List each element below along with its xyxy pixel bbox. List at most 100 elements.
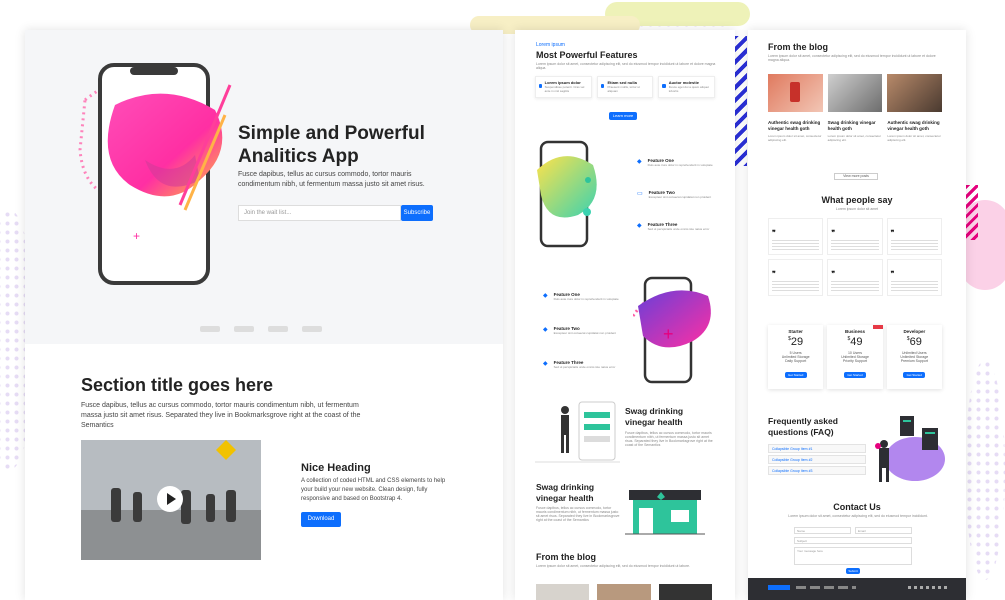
blog-description: Lorem ipsum dolor sit amet, consectetur …	[768, 54, 936, 62]
client-logo	[200, 326, 220, 332]
blog-thumbnail[interactable]	[536, 584, 590, 600]
testimonial-placeholder-lines	[890, 240, 938, 250]
decorative-dots	[965, 360, 1005, 580]
blog-title: From the blog	[536, 552, 596, 562]
faq-item[interactable]: Collapsible Group Item #3	[768, 466, 866, 475]
swag-title-1: Swag drinking vinegar health	[625, 406, 684, 427]
blog-description: Lorem ipsum dolor sit amet, consectetur …	[536, 564, 691, 568]
feature-item-text: Duis aute irure dolor in reprehenderit i…	[553, 297, 619, 301]
plan-price-value: 69	[909, 336, 922, 348]
feature-card: Lorem ipsum dolor Suspendisse potenti. Cr…	[535, 76, 592, 98]
feature-card: Etiam sed nulla Praesent mollis, tortor u…	[596, 76, 654, 98]
blog-post-image	[887, 74, 943, 112]
name-field[interactable]: Name	[794, 527, 851, 534]
screenshot-canvas: + Simple and Powerful Analitics App Fusc…	[0, 0, 1005, 600]
blog-post-image	[827, 74, 883, 112]
feature-item-text: Excepteur sint occaecat cupidatat non pr…	[553, 331, 616, 335]
blog-post-card[interactable]: Authentic swag drinking vinegar health g…	[768, 74, 823, 162]
faq-accordion: Collapsible Group Item #1 Collapsible Gr…	[768, 444, 866, 475]
features-kicker: Lorem ipsum	[536, 42, 565, 48]
blog-post-text: Lorem ipsum dolor sit amet, consectetur …	[827, 134, 882, 142]
contact-form: Name Email Subject Your message here Sub…	[794, 527, 912, 574]
phone-in-hand-image	[790, 82, 800, 102]
quote-icon: ❞	[831, 230, 836, 237]
client-logo	[302, 326, 322, 332]
feature-item: ◆ Feature One Duis aute irure dolor in re…	[637, 158, 722, 190]
plan-name: Business	[844, 329, 865, 334]
popular-badge	[872, 325, 883, 329]
faq-item[interactable]: Collapsible Group Item #1	[768, 444, 866, 453]
testimonial-card: ❞	[827, 259, 883, 296]
blog-post-card[interactable]: Authentic swag drinking vinegar health g…	[887, 74, 943, 162]
get-started-button[interactable]: Get Started	[903, 372, 926, 378]
view-all-posts-button[interactable]: View more posts	[834, 173, 878, 180]
blog-post-text: Lorem ipsum dolor sit amet, consectetur …	[887, 134, 941, 142]
feature-list-1: ◆ Feature One Duis aute irure dolor in re…	[637, 158, 722, 254]
submit-button[interactable]: Submit	[846, 568, 860, 574]
footer-logo	[768, 585, 790, 590]
person-dashboard-illustration	[535, 401, 620, 463]
feature-item-text: Excepteur sint occaecat cupidatat non pr…	[648, 195, 712, 199]
card-icon	[539, 84, 542, 88]
learn-more-button[interactable]: Learn more	[609, 112, 637, 120]
plan-name: Developer	[903, 329, 926, 334]
subscribe-button[interactable]: Subscribe	[401, 205, 433, 221]
feature-card: Auctor molestie Fusce eget dui a quam ali…	[658, 76, 716, 98]
blog-post-title: Swag drinking vinegar health goth	[827, 120, 876, 131]
card-icon	[600, 84, 605, 88]
decorative-stripes	[966, 185, 978, 240]
download-button[interactable]: Download	[301, 512, 341, 527]
pricing-table: Starter $29 5 Users Unlimited Storage Da…	[768, 325, 942, 389]
quote-icon: ❞	[890, 230, 895, 237]
plan-feature: Priority Support	[842, 359, 868, 363]
testimonials-subtitle: Lorem ipsum dolor sit amet	[835, 207, 879, 211]
diamond-icon: ◆	[543, 361, 548, 367]
diamond-icon: ◆	[543, 293, 548, 299]
blog-post-card[interactable]: Swag drinking vinegar health goth Lorem …	[827, 74, 883, 162]
subject-field[interactable]: Subject	[794, 537, 912, 544]
plan-feature: Premium Support	[900, 359, 928, 363]
faq-item[interactable]: Collapsible Group Item #2	[768, 455, 866, 464]
testimonial-placeholder-lines	[772, 281, 820, 291]
blog-thumbnail[interactable]	[597, 584, 651, 600]
blog-post-title: Authentic swag drinking vinegar health g…	[768, 120, 821, 131]
contact-description: Lorem ipsum dolor sit amet, consectetur …	[788, 514, 928, 518]
feature-item: ◆ Feature Two Excepteur sint occaecat cup…	[543, 326, 623, 360]
email-field[interactable]: Email	[855, 527, 912, 534]
plan-price-value: 49	[850, 336, 863, 348]
play-button[interactable]	[157, 486, 183, 512]
faq-title: Frequently asked questions (FAQ)	[768, 416, 838, 437]
feature-item: ◆ Feature Three Sed ut perspiciatis unde …	[637, 222, 722, 254]
faq-illustration	[875, 416, 945, 482]
section-title: Section title goes here	[81, 375, 274, 395]
contact-title: Contact Us	[833, 502, 881, 512]
features-subtitle: Lorem ipsum dolor sit amet, consectetur …	[536, 62, 716, 70]
blog-posts: Authentic swag drinking vinegar health g…	[768, 74, 943, 162]
plan-name: Starter	[788, 329, 803, 334]
testimonial-placeholder-lines	[772, 240, 820, 250]
hero-description: Fusce dapibus, tellus ac cursus commodo,…	[238, 171, 425, 188]
blog-post-title: Authentic swag drinking vinegar health g…	[887, 120, 940, 131]
swag-title-2: Swag drinking vinegar health	[536, 482, 595, 503]
blog-thumbnail[interactable]	[658, 584, 712, 600]
monitor-icon: ▭	[637, 191, 643, 197]
waitlist-email-input[interactable]: Join the wait list...	[238, 205, 401, 221]
plan-price: $69	[906, 336, 922, 348]
card-icon	[662, 84, 666, 88]
landing-panel-features: Lorem ipsum Most Powerful Features Lorem…	[515, 30, 735, 600]
hero-title-line-1: Simple and Powerful	[238, 123, 425, 144]
section-description: Fusce dapibus, tellus ac cursus commodo,…	[81, 402, 361, 429]
video-thumbnail[interactable]	[81, 440, 261, 560]
quote-icon: ❞	[772, 230, 776, 237]
testimonials-grid: ❞ ❞ ❞ ❞ ❞ ❞	[768, 218, 942, 296]
storefront-illustration	[625, 490, 705, 535]
get-started-button[interactable]: Get Started	[843, 372, 866, 378]
quote-icon: ❞	[831, 271, 836, 278]
message-field[interactable]: Your message here	[794, 547, 912, 565]
get-started-button[interactable]: Get Started	[784, 372, 807, 378]
play-icon	[167, 493, 176, 505]
svg-text:+: +	[133, 229, 140, 243]
hero-logo-strip	[200, 326, 340, 332]
hero-title: Simple and Powerful Analitics App	[238, 122, 425, 168]
diamond-icon: ◆	[543, 327, 548, 333]
